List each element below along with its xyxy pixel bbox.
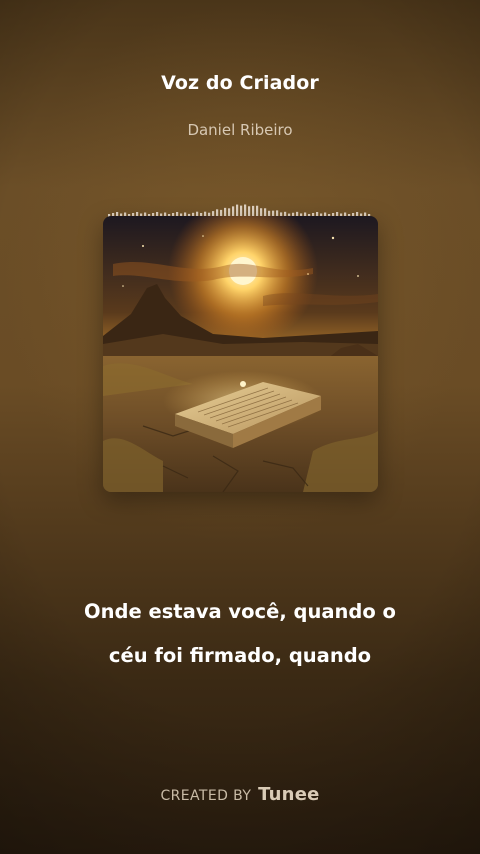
artist-name: Daniel Ribeiro	[187, 121, 293, 139]
created-by-label: CREATED BY	[160, 788, 252, 804]
footer-credit: CREATED BY Tunee	[0, 784, 480, 805]
song-title: Voz do Criador	[161, 72, 319, 94]
cover-art-desert-book-image	[103, 216, 378, 492]
lyrics-line-2: céu foi firmado, quando	[108, 644, 372, 667]
album-cover-art	[103, 216, 378, 492]
lyrics-display: Onde estava você, quando o céu foi firma…	[0, 590, 480, 678]
lyrics-line-1: Onde estava você, quando o	[84, 600, 396, 623]
brand-logo-text: Tunee	[258, 784, 320, 805]
